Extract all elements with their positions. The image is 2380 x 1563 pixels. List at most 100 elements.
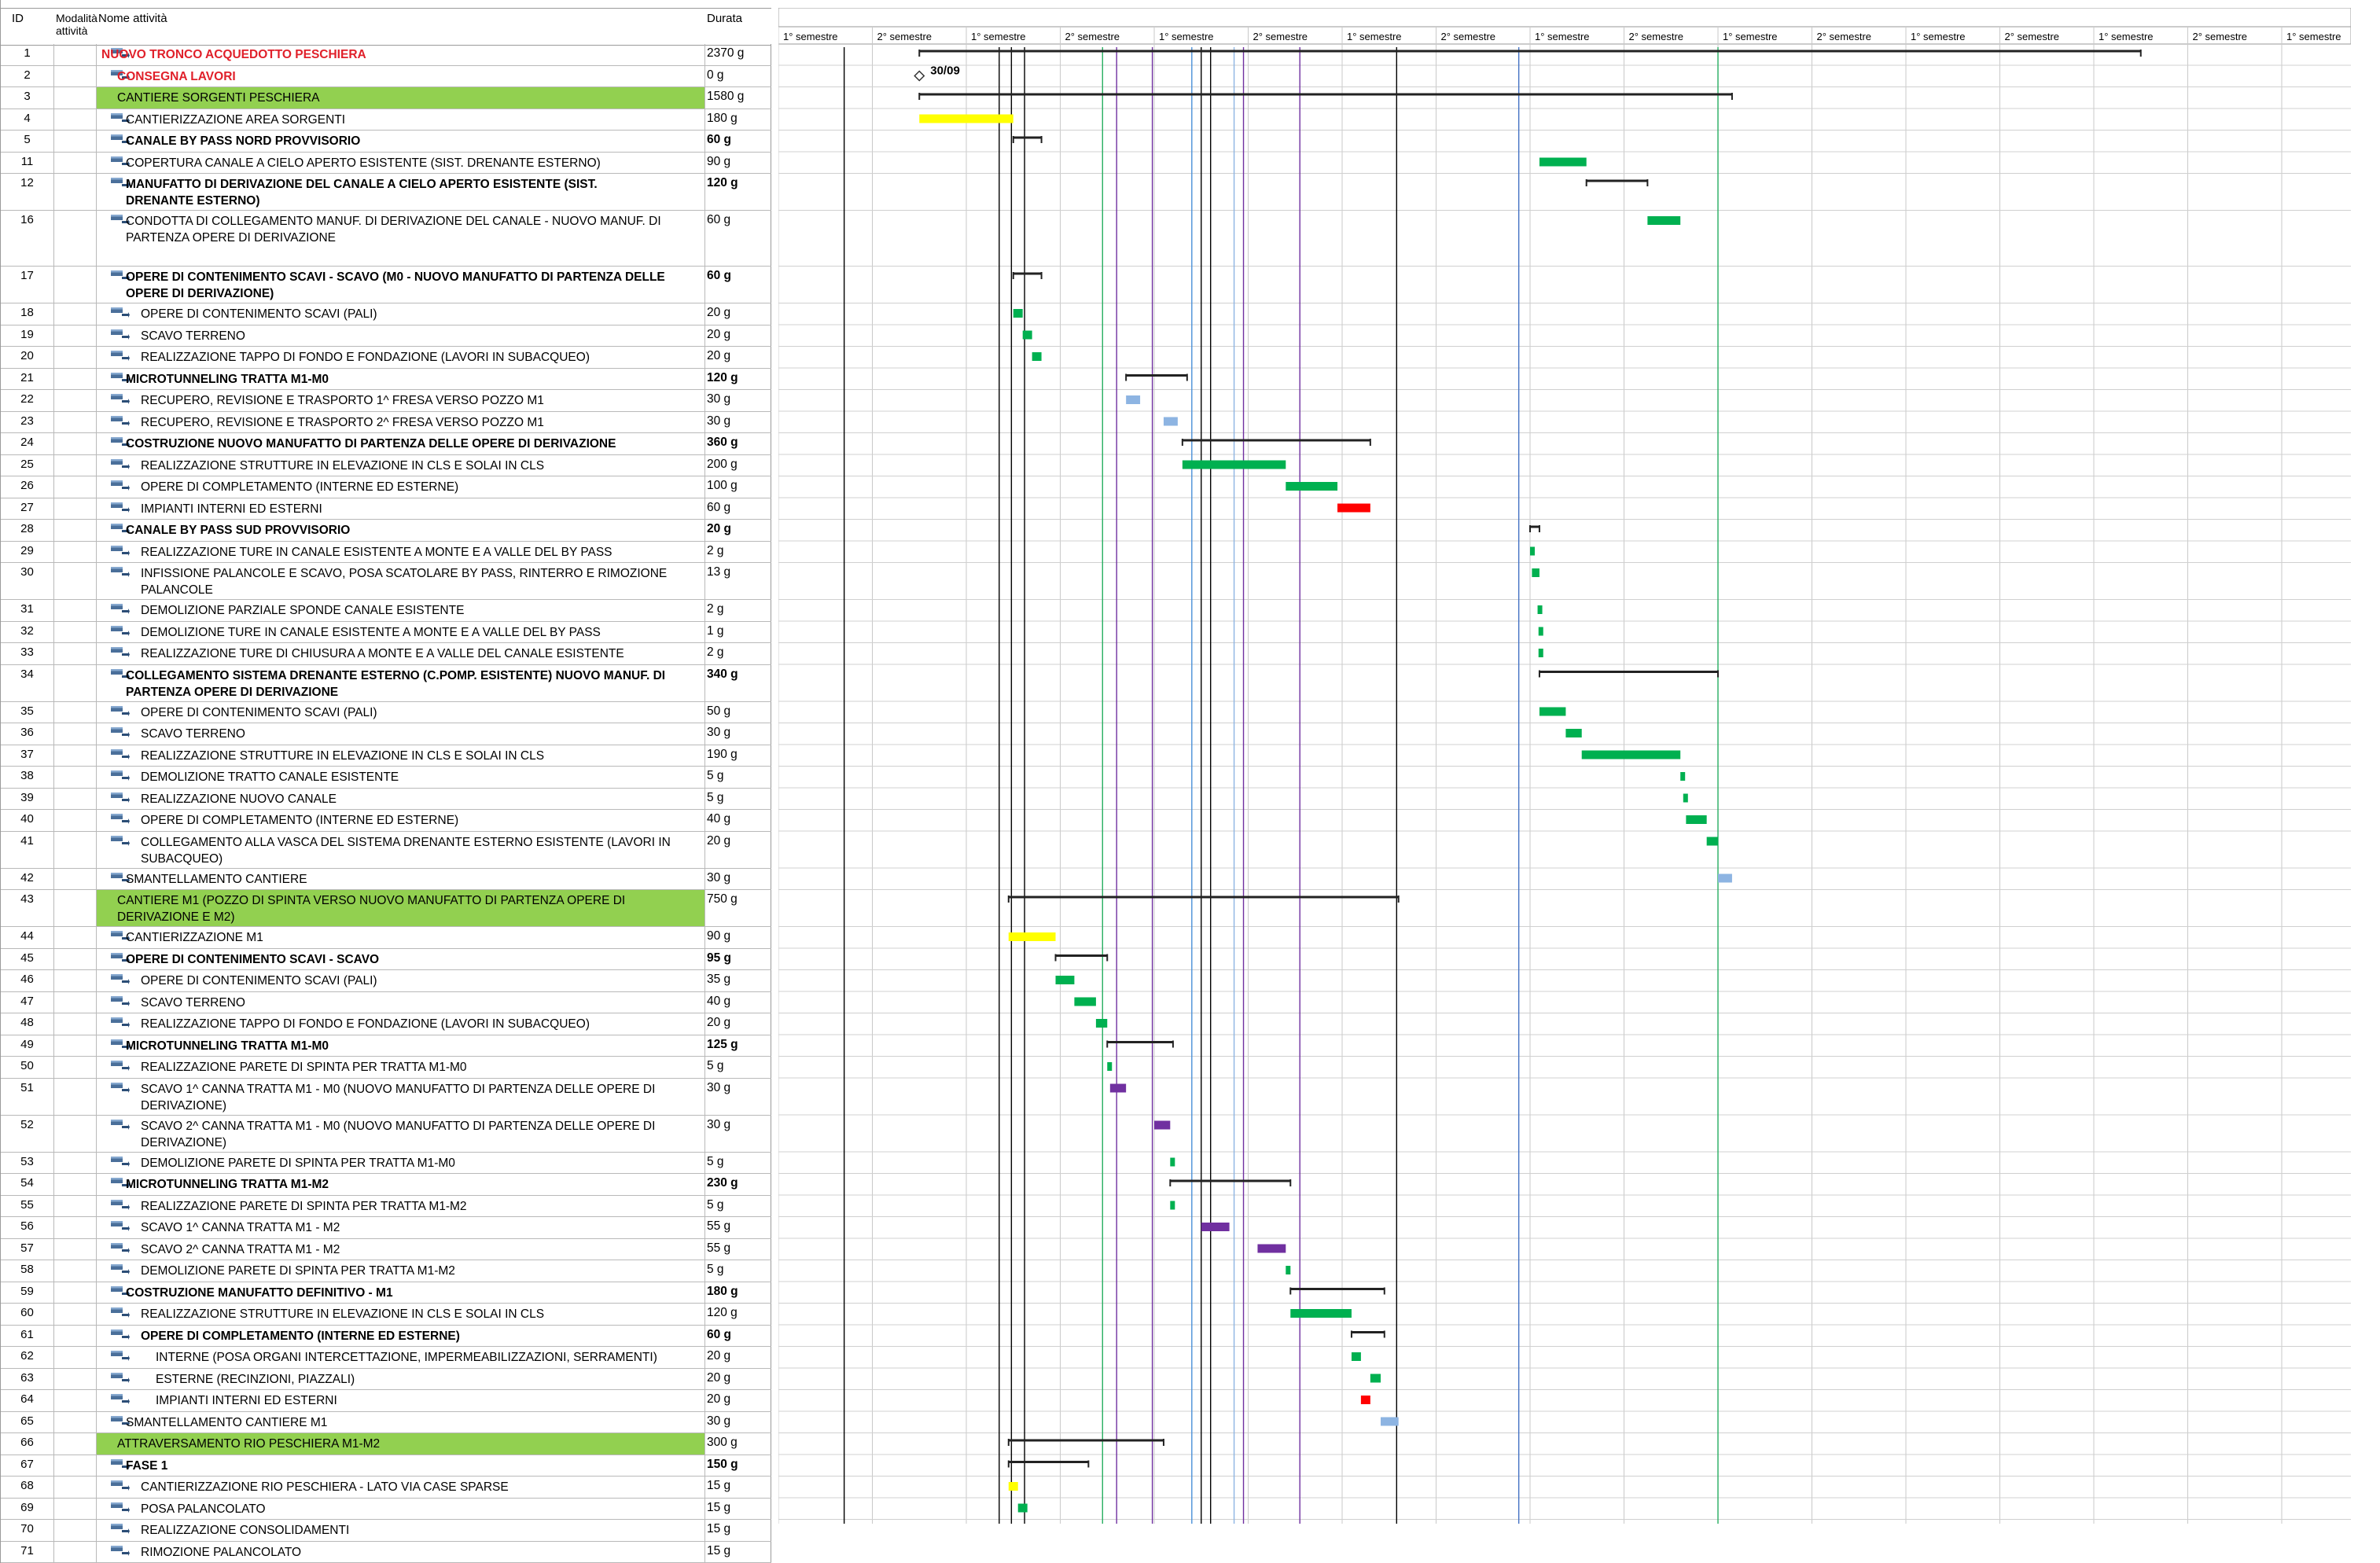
task-mode-cell[interactable]: [54, 1116, 97, 1152]
task-row[interactable]: 36SCAVO TERRENO30 g: [1, 723, 771, 745]
task-duration[interactable]: 5 g: [705, 1057, 771, 1078]
task-row[interactable]: 42SMANTELLAMENTO CANTIERE30 g: [1, 869, 771, 891]
task-duration[interactable]: 60 g: [705, 498, 771, 520]
task-duration[interactable]: 180 g: [705, 109, 771, 131]
task-mode-cell[interactable]: [54, 211, 97, 266]
task-duration[interactable]: 5 g: [705, 1196, 771, 1217]
task-row[interactable]: 19SCAVO TERRENO20 g: [1, 325, 771, 348]
task-mode-cell[interactable]: [54, 1174, 97, 1195]
task-mode-cell[interactable]: [54, 869, 97, 890]
task-row[interactable]: 26OPERE DI COMPLETAMENTO (INTERNE ED EST…: [1, 476, 771, 498]
task-name[interactable]: OPERE DI CONTENIMENTO SCAVI - SCAVO: [97, 949, 705, 970]
task-duration[interactable]: 750 g: [705, 890, 771, 926]
task-duration[interactable]: 360 g: [705, 433, 771, 454]
task-row[interactable]: 60REALIZZAZIONE STRUTTURE IN ELEVAZIONE …: [1, 1304, 771, 1326]
column-header-duration[interactable]: Durata: [707, 12, 742, 25]
task-duration[interactable]: 20 g: [705, 1013, 771, 1035]
task-mode-cell[interactable]: [54, 702, 97, 723]
task-name[interactable]: MANUFATTO DI DERIVAZIONE DEL CANALE A CI…: [97, 174, 705, 210]
task-row[interactable]: 29REALIZZAZIONE TURE IN CANALE ESISTENTE…: [1, 542, 771, 564]
task-name[interactable]: SMANTELLAMENTO CANTIERE: [97, 869, 705, 890]
task-row[interactable]: 64IMPIANTI INTERNI ED ESTERNI20 g: [1, 1390, 771, 1412]
task-name[interactable]: CANTIERE SORGENTI PESCHIERA: [97, 87, 705, 108]
task-row[interactable]: 32DEMOLIZIONE TURE IN CANALE ESISTENTE A…: [1, 622, 771, 644]
task-duration[interactable]: 1 g: [705, 622, 771, 643]
task-mode-cell[interactable]: [54, 476, 97, 498]
task-name[interactable]: REALIZZAZIONE PARETE DI SPINTA PER TRATT…: [97, 1057, 705, 1078]
task-name[interactable]: REALIZZAZIONE PARETE DI SPINTA PER TRATT…: [97, 1196, 705, 1217]
task-row[interactable]: 58DEMOLIZIONE PARETE DI SPINTA PER TRATT…: [1, 1260, 771, 1282]
task-row[interactable]: 68CANTIERIZZAZIONE RIO PESCHIERA - LATO …: [1, 1477, 771, 1499]
task-name[interactable]: MICROTUNNELING TRATTA M1-M0: [97, 1035, 705, 1057]
task-duration[interactable]: 20 g: [705, 303, 771, 325]
task-duration[interactable]: 55 g: [705, 1239, 771, 1260]
task-name[interactable]: DEMOLIZIONE PARETE DI SPINTA PER TRATTA …: [97, 1260, 705, 1282]
task-name[interactable]: SCAVO 1^ CANNA TRATTA M1 - M2: [97, 1217, 705, 1238]
task-duration[interactable]: 20 g: [705, 832, 771, 868]
task-name[interactable]: REALIZZAZIONE TAPPO DI FONDO E FONDAZION…: [97, 1013, 705, 1035]
task-row[interactable]: 54MICROTUNNELING TRATTA M1-M2230 g: [1, 1174, 771, 1196]
task-mode-cell[interactable]: [54, 1326, 97, 1347]
task-mode-cell[interactable]: [54, 66, 97, 87]
task-name[interactable]: IMPIANTI INTERNI ED ESTERNI: [97, 498, 705, 520]
task-row[interactable]: 39REALIZZAZIONE NUOVO CANALE5 g: [1, 789, 771, 811]
task-duration[interactable]: 50 g: [705, 702, 771, 723]
task-duration[interactable]: 30 g: [705, 1116, 771, 1152]
task-mode-cell[interactable]: [54, 992, 97, 1013]
task-row[interactable]: 46OPERE DI CONTENIMENTO SCAVI (PALI)35 g: [1, 970, 771, 992]
task-mode-cell[interactable]: [54, 789, 97, 810]
task-row[interactable]: 35OPERE DI CONTENIMENTO SCAVI (PALI)50 g: [1, 702, 771, 724]
task-row[interactable]: 70REALIZZAZIONE CONSOLIDAMENTI15 g: [1, 1520, 771, 1542]
task-name[interactable]: COLLEGAMENTO ALLA VASCA DEL SISTEMA DREN…: [97, 832, 705, 868]
task-mode-cell[interactable]: [54, 433, 97, 454]
task-row[interactable]: 62INTERNE (POSA ORGANI INTERCETTAZIONE, …: [1, 1347, 771, 1369]
task-duration[interactable]: 30 g: [705, 412, 771, 433]
task-mode-cell[interactable]: [54, 1477, 97, 1498]
task-name[interactable]: COSTRUZIONE MANUFATTO DEFINITIVO - M1: [97, 1282, 705, 1304]
task-duration[interactable]: 0 g: [705, 66, 771, 87]
task-duration[interactable]: 2370 g: [705, 44, 771, 65]
task-row[interactable]: 67FASE 1150 g: [1, 1455, 771, 1477]
task-name[interactable]: REALIZZAZIONE CONSOLIDAMENTI: [97, 1520, 705, 1541]
task-row[interactable]: 33REALIZZAZIONE TURE DI CHIUSURA A MONTE…: [1, 643, 771, 665]
task-mode-cell[interactable]: [54, 1390, 97, 1411]
task-duration[interactable]: 95 g: [705, 949, 771, 970]
task-row[interactable]: 47SCAVO TERRENO40 g: [1, 992, 771, 1014]
task-row[interactable]: 51SCAVO 1^ CANNA TRATTA M1 - M0 (NUOVO M…: [1, 1079, 771, 1116]
task-mode-cell[interactable]: [54, 44, 97, 65]
task-mode-cell[interactable]: [54, 767, 97, 788]
task-row[interactable]: 23RECUPERO, REVISIONE E TRASPORTO 2^ FRE…: [1, 412, 771, 434]
task-mode-cell[interactable]: [54, 390, 97, 411]
task-row[interactable]: 57SCAVO 2^ CANNA TRATTA M1 - M255 g: [1, 1239, 771, 1261]
task-mode-cell[interactable]: [54, 1347, 97, 1368]
task-name[interactable]: OPERE DI COMPLETAMENTO (INTERNE ED ESTER…: [97, 476, 705, 498]
task-name[interactable]: MICROTUNNELING TRATTA M1-M0: [97, 369, 705, 390]
task-duration[interactable]: 20 g: [705, 325, 771, 347]
task-mode-cell[interactable]: [54, 723, 97, 745]
task-name[interactable]: DEMOLIZIONE PARETE DI SPINTA PER TRATTA …: [97, 1153, 705, 1174]
task-name[interactable]: REALIZZAZIONE NUOVO CANALE: [97, 789, 705, 810]
task-mode-cell[interactable]: [54, 303, 97, 325]
task-mode-cell[interactable]: [54, 1369, 97, 1390]
task-mode-cell[interactable]: [54, 1455, 97, 1477]
task-mode-cell[interactable]: [54, 1260, 97, 1282]
task-duration[interactable]: 30 g: [705, 1079, 771, 1115]
task-duration[interactable]: 20 g: [705, 1347, 771, 1368]
task-mode-cell[interactable]: [54, 412, 97, 433]
task-name[interactable]: CANALE BY PASS NORD PROVVISORIO: [97, 131, 705, 152]
task-name[interactable]: CONSEGNA LAVORI: [97, 66, 705, 87]
task-name[interactable]: FASE 1: [97, 1455, 705, 1477]
task-row[interactable]: 52SCAVO 2^ CANNA TRATTA M1 - M0 (NUOVO M…: [1, 1116, 771, 1153]
task-mode-cell[interactable]: [54, 542, 97, 563]
task-duration[interactable]: 190 g: [705, 745, 771, 767]
task-row[interactable]: 56SCAVO 1^ CANNA TRATTA M1 - M255 g: [1, 1217, 771, 1239]
task-name[interactable]: IMPIANTI INTERNI ED ESTERNI: [97, 1390, 705, 1411]
task-duration[interactable]: 35 g: [705, 970, 771, 991]
task-mode-cell[interactable]: [54, 1412, 97, 1433]
task-duration[interactable]: 60 g: [705, 131, 771, 152]
task-duration[interactable]: 120 g: [705, 1304, 771, 1325]
task-duration[interactable]: 40 g: [705, 992, 771, 1013]
task-name[interactable]: REALIZZAZIONE TAPPO DI FONDO E FONDAZION…: [97, 347, 705, 368]
task-duration[interactable]: 40 g: [705, 810, 771, 831]
task-name[interactable]: OPERE DI COMPLETAMENTO (INTERNE ED ESTER…: [97, 810, 705, 831]
